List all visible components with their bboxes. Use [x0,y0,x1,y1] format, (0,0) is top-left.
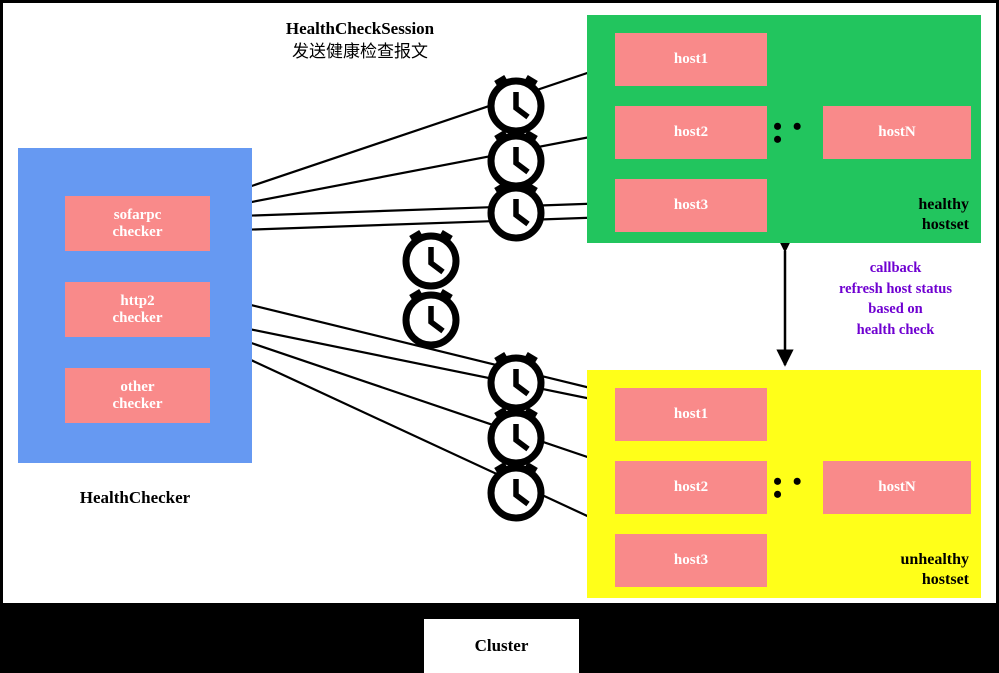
healthy-hostset: host1 host2 host3 • • • hostN healthy ho… [587,15,981,243]
unhealthy-hostset-ellipsis: • • • [773,466,804,509]
healthy-host-box-n[interactable]: hostN [823,106,971,159]
callback-note-line2: refresh host status [838,280,953,297]
healthy-hostset-caption-line1: healthy [918,196,969,213]
unhealthy-hostset-caption-line1: unhealthy [900,551,969,568]
checker-label-line2: checker [112,309,163,326]
checker-box-sofarpc[interactable]: sofarpc checker [65,196,210,251]
diagram-root: HealthCheckSession 发送健康检查报文 sofarpc chec… [0,0,999,673]
session-label-line2: 发送健康检查报文 [292,41,428,62]
unhealthy-hostset-caption: unhealthy hostset [901,550,969,590]
cluster-label-box: Cluster [424,619,579,673]
healthy-host-box-1[interactable]: host1 [615,33,767,86]
healthy-hostset-ellipsis: • • • [773,111,804,154]
checker-label-line1: sofarpc [113,207,162,223]
checker-label-line1: other [120,379,155,395]
checker-label-line1: http2 [120,293,155,309]
diagram-canvas: HealthCheckSession 发送健康检查报文 sofarpc chec… [3,3,996,603]
unhealthy-host-box-1[interactable]: host1 [615,388,767,441]
unhealthy-hostset-caption-line2: hostset [921,571,969,588]
callback-note-line4: health check [856,321,935,338]
unhealthy-hostset: host1 host2 host3 • • • hostN unhealthy … [587,370,981,598]
checker-label-line2: checker [112,223,163,240]
healthy-host-box-2[interactable]: host2 [615,106,767,159]
healthy-hostset-caption-line2: hostset [921,216,969,233]
callback-note-line3: based on [868,301,923,318]
healthchecker-caption: HealthChecker [79,488,191,507]
healthchecker-panel: sofarpc checker http2 checker other chec… [18,148,252,463]
healthy-hostset-caption: healthy hostset [918,195,969,235]
checker-box-other[interactable]: other checker [65,368,210,423]
unhealthy-host-box-n[interactable]: hostN [823,461,971,514]
callback-note: callback refresh host status based on he… [798,258,993,340]
session-label-line1: HealthCheckSession [285,19,435,38]
healthcheck-session-label: HealthCheckSession 发送健康检查报文 [235,18,485,64]
unhealthy-host-box-2[interactable]: host2 [615,461,767,514]
unhealthy-host-box-3[interactable]: host3 [615,534,767,587]
checker-box-http2[interactable]: http2 checker [65,282,210,337]
healthy-host-box-3[interactable]: host3 [615,179,767,232]
checker-label-line2: checker [112,395,163,412]
callback-note-line1: callback [869,260,922,276]
